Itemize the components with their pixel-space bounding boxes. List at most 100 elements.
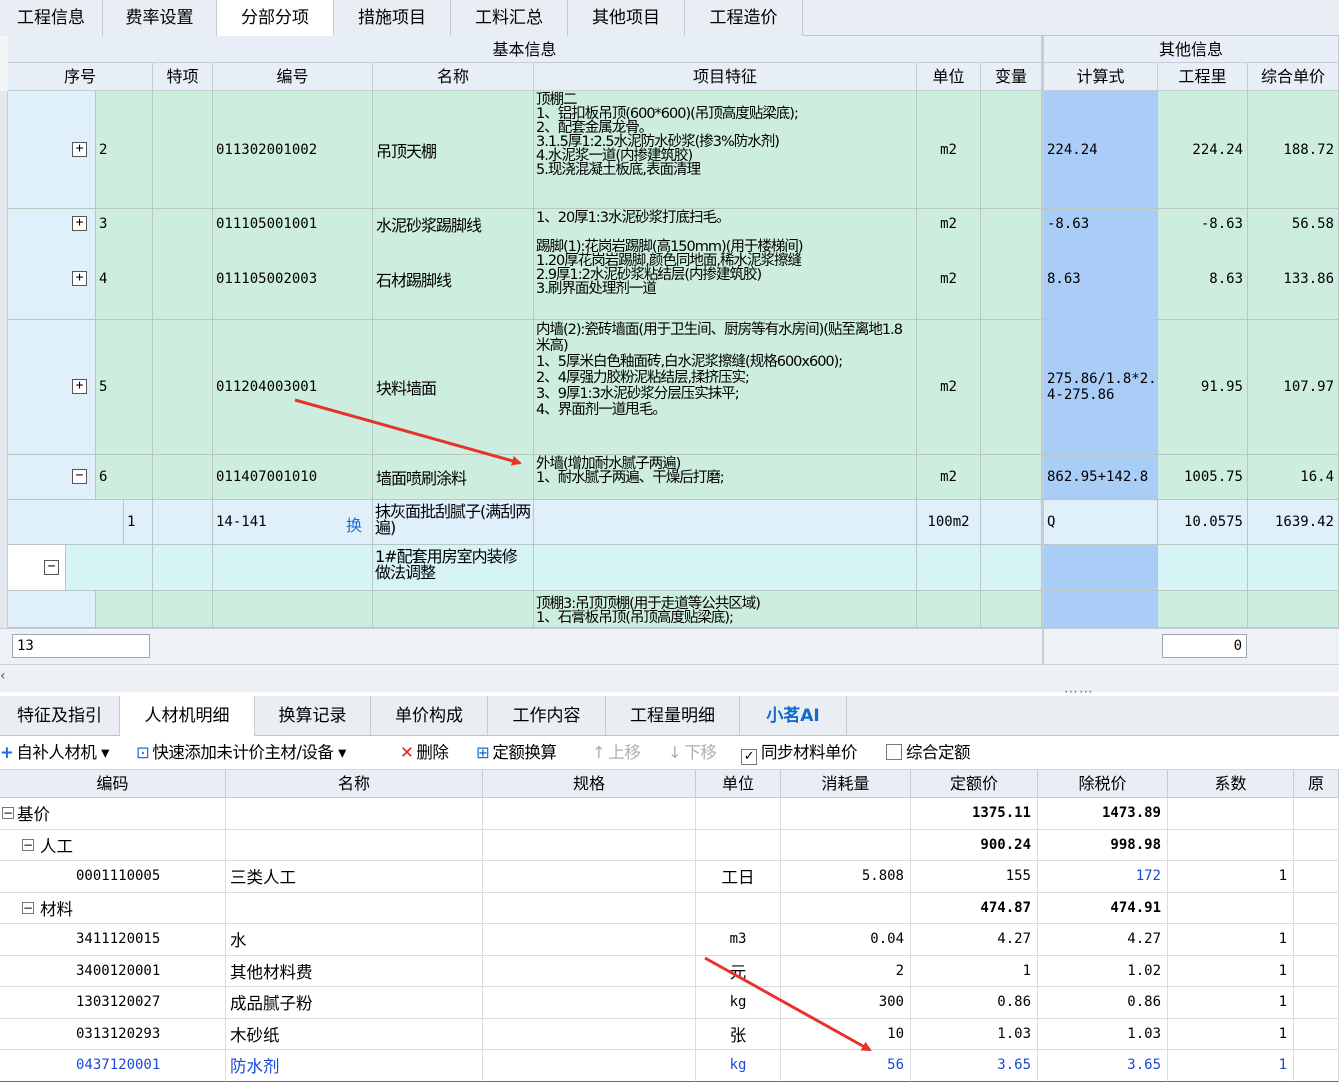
- col-header-unit[interactable]: 单位: [696, 770, 781, 798]
- consumption-cell[interactable]: 56: [781, 1050, 911, 1082]
- var-cell[interactable]: [981, 320, 1042, 455]
- collapse-icon[interactable]: −: [44, 560, 59, 575]
- name-cell[interactable]: 水: [226, 924, 483, 956]
- tab-features-guide[interactable]: 特征及指引: [0, 696, 120, 736]
- table-row[interactable]: − 6 011407001010 墙面喷刷涂料 外墙(增加耐水腻子两遍) 1、耐水…: [0, 455, 1339, 500]
- table-row[interactable]: + 5 011204003001 块料墙面 内墙(2):瓷砖墙面(用于卫生间、厨…: [0, 320, 1339, 455]
- var-cell[interactable]: [981, 500, 1042, 545]
- col-header-code[interactable]: 编码: [0, 770, 226, 798]
- quota-price-cell[interactable]: 0.86: [911, 987, 1038, 1019]
- quota-price-cell[interactable]: 155: [911, 861, 1038, 893]
- original-cell[interactable]: [1294, 987, 1339, 1019]
- tab-xiaoming-ai[interactable]: 小茗AI: [740, 696, 847, 736]
- feature-cell[interactable]: [534, 545, 917, 591]
- feature-cell[interactable]: [534, 500, 917, 545]
- tab-unit-price-composition[interactable]: 单价构成: [371, 696, 488, 736]
- unit-cell[interactable]: m2: [917, 455, 981, 500]
- formula-cell[interactable]: [1044, 591, 1158, 628]
- name-cell[interactable]: 成品腻子粉: [226, 987, 483, 1019]
- col-header-code[interactable]: 编号: [213, 63, 373, 91]
- name-cell[interactable]: [226, 892, 483, 924]
- swap-icon[interactable]: 换: [346, 512, 362, 536]
- table-row-section[interactable]: − 1#配套用房室内装修做法调整: [0, 545, 1339, 591]
- coefficient-cell[interactable]: 1: [1168, 1050, 1294, 1082]
- col-header-coefficient[interactable]: 系数: [1168, 770, 1294, 798]
- quick-add-button[interactable]: ⊡ 快速添加未计价主材/设备 ▾: [136, 736, 346, 770]
- original-cell[interactable]: [1294, 924, 1339, 956]
- col-header-quota-price[interactable]: 定额价: [911, 770, 1038, 798]
- row-count-field[interactable]: 13: [12, 634, 150, 658]
- quota-price-cell[interactable]: 3.65: [911, 1050, 1038, 1082]
- tax-free-price-cell[interactable]: 4.27: [1038, 924, 1168, 956]
- var-cell[interactable]: [981, 91, 1042, 209]
- table-row-labor-group[interactable]: − 人工 900.24 998.98: [0, 829, 1339, 861]
- unit-cell[interactable]: [696, 892, 781, 924]
- sync-price-checkbox[interactable]: ✓ 同步材料单价: [741, 736, 858, 770]
- col-header-consumption[interactable]: 消耗量: [781, 770, 911, 798]
- original-cell[interactable]: [1294, 892, 1339, 924]
- var-cell[interactable]: [981, 455, 1042, 500]
- quota-price-cell[interactable]: 474.87: [911, 892, 1038, 924]
- consumption-cell[interactable]: 300: [781, 987, 911, 1019]
- col-header-var[interactable]: 变量: [981, 63, 1042, 91]
- coefficient-cell[interactable]: [1168, 798, 1294, 830]
- spec-cell[interactable]: [483, 1018, 696, 1050]
- collapse-icon[interactable]: −: [22, 901, 34, 914]
- spec-cell[interactable]: [483, 955, 696, 987]
- combined-quota-checkbox[interactable]: 综合定额: [886, 736, 971, 770]
- unit-cell[interactable]: m3: [696, 924, 781, 956]
- table-row-selected[interactable]: 0437120001 防水剂 kg 56 3.65 3.65 1: [0, 1050, 1339, 1082]
- col-header-original[interactable]: 原: [1294, 770, 1339, 798]
- formula-cell[interactable]: [1044, 545, 1158, 591]
- original-cell[interactable]: [1294, 829, 1339, 861]
- name-cell[interactable]: 石材踢脚线: [373, 238, 534, 320]
- qty-cell[interactable]: 8.63: [1158, 238, 1248, 320]
- feature-cell[interactable]: 踢脚(1):花岗岩踢脚(高150mm)(用于楼梯间) 1.20厚花岗岩踢脚,颜色同…: [534, 238, 917, 320]
- feature-cell[interactable]: 内墙(2):瓷砖墙面(用于卫生间、厨房等有水房间)(贴至离地1.8米高) 1、5厚…: [534, 320, 917, 455]
- tab-project-info[interactable]: 工程信息: [0, 0, 103, 36]
- pane-divider[interactable]: [1042, 36, 1044, 664]
- tax-free-price-cell[interactable]: 1.02: [1038, 955, 1168, 987]
- name-cell[interactable]: 块料墙面: [373, 320, 534, 455]
- quota-conversion-button[interactable]: ⊞ 定额换算: [476, 736, 557, 770]
- collapse-icon[interactable]: −: [2, 807, 14, 820]
- quota-price-cell[interactable]: 1: [911, 955, 1038, 987]
- quota-price-cell[interactable]: 1.03: [911, 1018, 1038, 1050]
- price-cell[interactable]: 56.58: [1248, 209, 1339, 239]
- table-row[interactable]: 3400120001 其他材料费 元 2 1 1.02 1: [0, 955, 1339, 987]
- table-row[interactable]: 1303120027 成品腻子粉 kg 300 0.86 0.86 1: [0, 987, 1339, 1019]
- unit-cell[interactable]: [917, 591, 981, 628]
- code-cell[interactable]: − 基价: [0, 798, 226, 830]
- quota-price-cell[interactable]: 900.24: [911, 829, 1038, 861]
- table-row[interactable]: + 4 011105002003 石材踢脚线 踢脚(1):花岗岩踢脚(高150m…: [0, 238, 1339, 320]
- price-cell[interactable]: [1248, 545, 1339, 591]
- unit-cell[interactable]: m2: [917, 91, 981, 209]
- tab-work-content[interactable]: 工作内容: [488, 696, 606, 736]
- tax-free-price-cell[interactable]: 1.03: [1038, 1018, 1168, 1050]
- coefficient-cell[interactable]: [1168, 892, 1294, 924]
- code-cell[interactable]: [213, 591, 373, 628]
- qty-cell[interactable]: 10.0575: [1158, 500, 1248, 545]
- spec-cell[interactable]: [483, 829, 696, 861]
- collapse-icon[interactable]: −: [72, 469, 87, 484]
- tab-materials-summary[interactable]: 工料汇总: [451, 0, 568, 36]
- code-cell[interactable]: 0001110005: [0, 861, 226, 893]
- name-cell[interactable]: [226, 829, 483, 861]
- unit-cell[interactable]: kg: [696, 1050, 781, 1082]
- original-cell[interactable]: [1294, 1050, 1339, 1082]
- name-cell[interactable]: 吊顶天棚: [373, 91, 534, 209]
- unit-cell[interactable]: 元: [696, 955, 781, 987]
- tax-free-price-cell[interactable]: 474.91: [1038, 892, 1168, 924]
- consumption-cell[interactable]: 10: [781, 1018, 911, 1050]
- name-cell[interactable]: 抹灰面批刮腻子(满刮两遍): [373, 500, 534, 545]
- formula-cell[interactable]: 862.95+142.8: [1044, 455, 1158, 500]
- formula-cell[interactable]: 8.63: [1044, 238, 1158, 320]
- consumption-cell[interactable]: [781, 798, 911, 830]
- tab-conversion-log[interactable]: 换算记录: [255, 696, 371, 736]
- price-cell[interactable]: 1639.42: [1248, 500, 1339, 545]
- name-cell[interactable]: 防水剂: [226, 1050, 483, 1082]
- tab-sub-items[interactable]: 分部分项: [217, 0, 334, 36]
- spec-cell[interactable]: [483, 924, 696, 956]
- var-cell[interactable]: [981, 591, 1042, 628]
- code-cell[interactable]: 3400120001: [0, 955, 226, 987]
